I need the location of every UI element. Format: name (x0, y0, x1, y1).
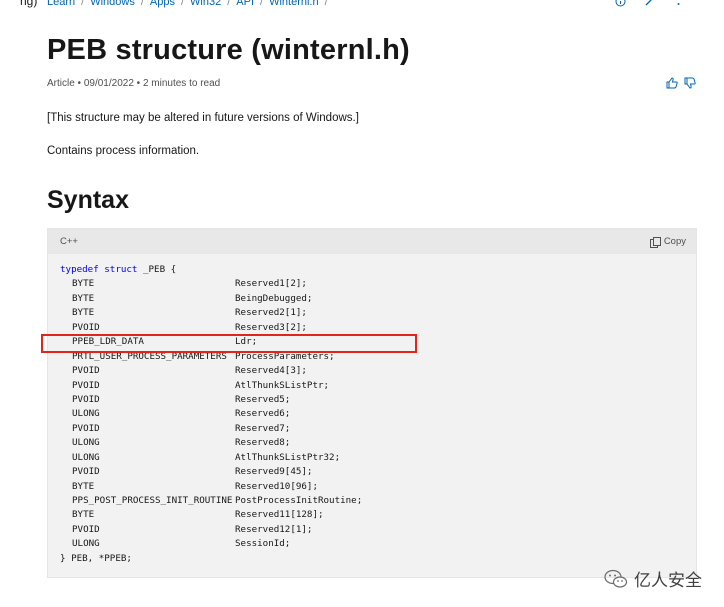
code-struct-name: _PEB { (137, 264, 177, 275)
code-field-name: BeingDebugged; (235, 292, 313, 304)
code-field-type: ULONG (72, 437, 100, 449)
breadcrumb-separator: / (324, 0, 328, 8)
code-block: C++ Copy typedef struct _PEB { BYTE Reser… (47, 228, 697, 578)
edit-pencil-icon[interactable] (644, 0, 655, 10)
window-title-fragment: ng) (20, 0, 38, 8)
code-field-type: BYTE (72, 509, 95, 521)
code-field-line: ULONG SessionId; (60, 537, 696, 551)
code-field-line: ULONG AtlThunkSListPtr32; (60, 451, 696, 465)
code-field-name: PostProcessInitRoutine; (235, 495, 363, 506)
code-field-name: Reserved9[45]; (235, 466, 313, 478)
code-field-line: BYTE Reserved1[2]; (60, 277, 696, 291)
code-body: typedef struct _PEB { BYTE Reserved1[2]; B… (48, 254, 696, 566)
watermark: 亿人安全 (604, 566, 702, 591)
code-field-line: PVOID AtlThunkSListPtr; (60, 379, 696, 393)
code-field-line: PVOID Reserved9[45]; (60, 465, 696, 479)
code-field-line: PPS_POST_PROCESS_INIT_ROUTINE PostProcess… (60, 494, 696, 508)
code-field-line: BYTE Reserved10[96]; (60, 480, 696, 494)
breadcrumb: Learn / Windows / Apps / Win32 / API / W… (47, 0, 328, 8)
page-actions (615, 0, 684, 10)
code-field-type: BYTE (72, 278, 95, 290)
copy-button[interactable]: Copy (649, 236, 686, 248)
code-field-type: PVOID (72, 393, 100, 405)
breadcrumb-item-learn[interactable]: Learn (47, 0, 75, 8)
breadcrumb-item-winternl[interactable]: Winternl.h (269, 0, 319, 8)
highlight-annotation-box (41, 334, 417, 353)
breadcrumb-separator: / (81, 0, 85, 8)
code-field-name: Reserved12[1]; (235, 523, 313, 535)
code-field-type: PVOID (72, 379, 100, 391)
code-line-typedef: typedef struct _PEB { (60, 263, 696, 277)
code-field-type: PVOID (72, 523, 100, 535)
code-line-closing: } PEB, *PPEB; (60, 552, 696, 566)
code-field-type: ULONG (72, 538, 100, 550)
breadcrumb-separator: / (140, 0, 144, 8)
code-field-line: BYTE BeingDebugged; (60, 292, 696, 306)
wechat-logo-icon (604, 569, 628, 589)
code-field-name: Reserved10[96]; (235, 480, 318, 492)
breadcrumb-item-windows[interactable]: Windows (90, 0, 135, 8)
code-field-line: PVOID Reserved12[1]; (60, 523, 696, 537)
code-language-label: C++ (60, 236, 78, 247)
code-field-name: AtlThunkSListPtr32; (235, 451, 341, 463)
copy-button-label: Copy (663, 236, 686, 247)
more-options-icon[interactable] (673, 0, 684, 10)
breadcrumb-item-api[interactable]: API (236, 0, 254, 8)
code-field-type: BYTE (72, 292, 95, 304)
syntax-heading: Syntax (47, 186, 129, 214)
page-title: PEB structure (winternl.h) (47, 34, 410, 66)
breadcrumb-item-apps[interactable]: Apps (150, 0, 175, 8)
code-field-line: ULONG Reserved8; (60, 436, 696, 450)
code-closing-text: } PEB, *PPEB; (60, 552, 132, 564)
code-field-name: SessionId; (235, 538, 291, 550)
code-field-name: Reserved11[128]; (235, 509, 324, 521)
code-field-line: PVOID Reserved5; (60, 393, 696, 407)
code-field-line: PVOID Reserved4[3]; (60, 364, 696, 378)
code-field-name: Reserved1[2]; (235, 278, 307, 290)
code-field-name: Reserved6; (235, 408, 291, 420)
breadcrumb-item-win32[interactable]: Win32 (190, 0, 221, 8)
code-field-type: PVOID (72, 466, 100, 478)
code-header: C++ Copy (48, 229, 696, 254)
code-field-type: PVOID (72, 365, 100, 377)
code-field-name: Reserved5; (235, 393, 291, 405)
thumbs-down-icon[interactable] (683, 76, 697, 90)
code-field-line: ULONG Reserved6; (60, 407, 696, 421)
code-field-name: Reserved2[1]; (235, 307, 307, 319)
description-text: Contains process information. (47, 145, 200, 157)
code-field-type: ULONG (72, 408, 100, 420)
code-field-type: PPS_POST_PROCESS_INIT_ROUTINE (72, 495, 233, 506)
breadcrumb-separator: / (180, 0, 185, 8)
code-field-name: AtlThunkSListPtr; (235, 379, 330, 391)
disclaimer-text: [This structure may be altered in future… (47, 112, 359, 124)
code-field-type: ULONG (72, 451, 100, 463)
info-icon[interactable] (615, 0, 626, 10)
copy-icon (649, 236, 661, 248)
code-field-type: PVOID (72, 422, 100, 434)
breadcrumb-separator: / (260, 0, 264, 8)
breadcrumb-separator: / (227, 0, 231, 8)
code-field-type: BYTE (72, 307, 95, 319)
code-field-line: BYTE Reserved2[1]; (60, 306, 696, 320)
code-field-name: Reserved8; (235, 437, 291, 449)
code-keyword: typedef struct (60, 264, 138, 275)
code-field-name: Reserved7; (235, 422, 291, 434)
article-meta: Article • 09/01/2022 • 2 minutes to read (47, 78, 221, 89)
code-field-line: PVOID Reserved7; (60, 422, 696, 436)
code-field-line: BYTE Reserved11[128]; (60, 508, 696, 522)
code-field-type: BYTE (72, 480, 95, 492)
feedback-buttons (665, 76, 697, 90)
code-field-name: Reserved4[3]; (235, 365, 307, 377)
watermark-text: 亿人安全 (634, 571, 702, 590)
thumbs-up-icon[interactable] (665, 76, 679, 90)
